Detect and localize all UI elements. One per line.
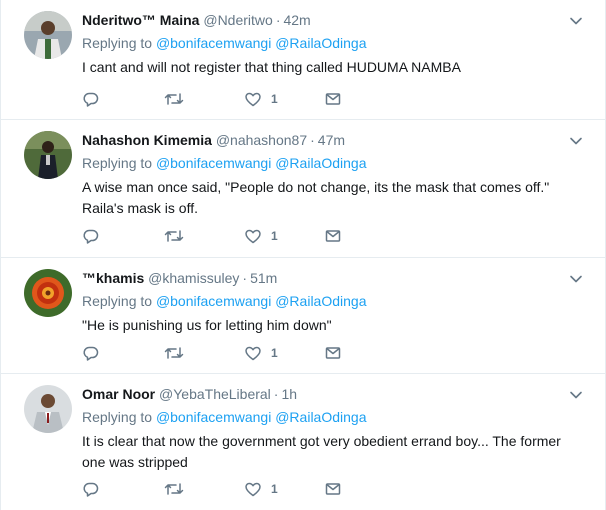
envelope-icon xyxy=(325,483,341,495)
replying-to: Replying to @bonifacemwangi @RailaOdinga xyxy=(82,33,366,53)
reply-timeline: Nderitwo™ Maina @Nderitwo · 42m Replying t… xyxy=(0,0,606,510)
separator: · xyxy=(242,270,248,286)
retweet-icon xyxy=(164,93,184,105)
avatar[interactable] xyxy=(24,131,72,179)
tweet-text: I cant and will not register that thing … xyxy=(82,59,461,75)
reply-button[interactable] xyxy=(82,479,100,499)
reply-icon xyxy=(83,346,99,361)
like-button[interactable]: 1 xyxy=(244,226,278,246)
like-count: 1 xyxy=(271,482,278,496)
replying-to: Replying to @bonifacemwangi @RailaOdinga xyxy=(82,407,366,427)
avatar[interactable] xyxy=(24,385,72,433)
like-count: 1 xyxy=(271,229,278,243)
mention-link[interactable]: @bonifacemwangi xyxy=(156,293,271,309)
tweet[interactable]: ™khamis @khamissuley · 51m Replying to @bo… xyxy=(1,258,605,374)
retweet-icon xyxy=(164,230,184,242)
timestamp[interactable]: 42m xyxy=(283,12,310,28)
heart-icon xyxy=(245,482,261,497)
tweet-header: Nahashon Kimemia @nahashon87 · 47m xyxy=(82,130,345,150)
tweet-header: Omar Noor @YebaTheLiberal · 1h xyxy=(82,384,297,404)
avatar-image xyxy=(24,385,72,433)
envelope-icon xyxy=(325,347,341,359)
avatar-image xyxy=(24,11,72,59)
reply-button[interactable] xyxy=(82,343,100,363)
avatar[interactable] xyxy=(24,11,72,59)
direct-message-button[interactable] xyxy=(324,89,342,109)
replying-to-label: Replying to xyxy=(82,293,153,309)
tweet-header: Nderitwo™ Maina @Nderitwo · 42m xyxy=(82,10,311,30)
chevron-down-icon[interactable] xyxy=(569,388,583,402)
mention-link[interactable]: @bonifacemwangi xyxy=(156,35,271,51)
direct-message-button[interactable] xyxy=(324,226,342,246)
like-button[interactable]: 1 xyxy=(244,343,278,363)
retweet-button[interactable] xyxy=(164,226,184,246)
replying-to-label: Replying to xyxy=(82,409,153,425)
tweet[interactable]: Nderitwo™ Maina @Nderitwo · 42m Replying t… xyxy=(1,0,605,120)
username[interactable]: @khamissuley xyxy=(148,270,239,286)
reply-icon xyxy=(83,482,99,497)
tweet-text: "He is punishing us for letting him down… xyxy=(82,317,332,333)
tweet-actions: 1 xyxy=(82,89,382,109)
tweet-text: It is clear that now the government got … xyxy=(82,433,561,470)
display-name[interactable]: Nderitwo™ Maina xyxy=(82,12,199,28)
username[interactable]: @nahashon87 xyxy=(216,132,307,148)
tweet-actions: 1 xyxy=(82,343,382,363)
tweet[interactable]: Nahashon Kimemia @nahashon87 · 47m Replyin… xyxy=(1,120,605,258)
separator: · xyxy=(273,386,279,402)
mention-link[interactable]: @RailaOdinga xyxy=(275,155,366,171)
display-name[interactable]: Nahashon Kimemia xyxy=(82,132,212,148)
tweet-actions: 1 xyxy=(82,479,382,499)
mention-link[interactable]: @bonifacemwangi xyxy=(156,409,271,425)
tweet-actions: 1 xyxy=(82,226,382,246)
like-count: 1 xyxy=(271,92,278,106)
chevron-down-icon[interactable] xyxy=(569,14,583,28)
heart-icon xyxy=(245,346,261,361)
envelope-icon xyxy=(325,93,341,105)
timestamp[interactable]: 1h xyxy=(281,386,297,402)
replying-to: Replying to @bonifacemwangi @RailaOdinga xyxy=(82,153,366,173)
retweet-button[interactable] xyxy=(164,343,184,363)
mention-link[interactable]: @RailaOdinga xyxy=(275,409,366,425)
reply-button[interactable] xyxy=(82,226,100,246)
direct-message-button[interactable] xyxy=(324,479,342,499)
mention-link[interactable]: @RailaOdinga xyxy=(275,293,366,309)
avatar-image xyxy=(24,269,72,317)
envelope-icon xyxy=(325,230,341,242)
reply-icon xyxy=(83,229,99,244)
reply-button[interactable] xyxy=(82,89,100,109)
tweet[interactable]: Omar Noor @YebaTheLiberal · 1h Replying to… xyxy=(1,374,605,510)
like-button[interactable]: 1 xyxy=(244,89,278,109)
heart-icon xyxy=(245,229,261,244)
heart-icon xyxy=(245,92,261,107)
replying-to-label: Replying to xyxy=(82,155,153,171)
display-name[interactable]: Omar Noor xyxy=(82,386,155,402)
replying-to-label: Replying to xyxy=(82,35,153,51)
timestamp[interactable]: 47m xyxy=(318,132,345,148)
reply-icon xyxy=(83,92,99,107)
chevron-down-icon[interactable] xyxy=(569,272,583,286)
replying-to: Replying to @bonifacemwangi @RailaOdinga xyxy=(82,291,366,311)
tweet-header: ™khamis @khamissuley · 51m xyxy=(82,268,277,288)
timestamp[interactable]: 51m xyxy=(250,270,277,286)
retweet-button[interactable] xyxy=(164,479,184,499)
retweet-icon xyxy=(164,347,184,359)
avatar[interactable] xyxy=(24,269,72,317)
username[interactable]: @Nderitwo xyxy=(203,12,272,28)
username[interactable]: @YebaTheLiberal xyxy=(159,386,271,402)
like-button[interactable]: 1 xyxy=(244,479,278,499)
direct-message-button[interactable] xyxy=(324,343,342,363)
retweet-icon xyxy=(164,483,184,495)
like-count: 1 xyxy=(271,346,278,360)
mention-link[interactable]: @bonifacemwangi xyxy=(156,155,271,171)
separator: · xyxy=(275,12,281,28)
display-name[interactable]: ™khamis xyxy=(82,270,144,286)
tweet-text: A wise man once said, "People do not cha… xyxy=(82,179,550,216)
chevron-down-icon[interactable] xyxy=(569,134,583,148)
retweet-button[interactable] xyxy=(164,89,184,109)
mention-link[interactable]: @RailaOdinga xyxy=(275,35,366,51)
avatar-image xyxy=(24,131,72,179)
separator: · xyxy=(310,132,315,148)
